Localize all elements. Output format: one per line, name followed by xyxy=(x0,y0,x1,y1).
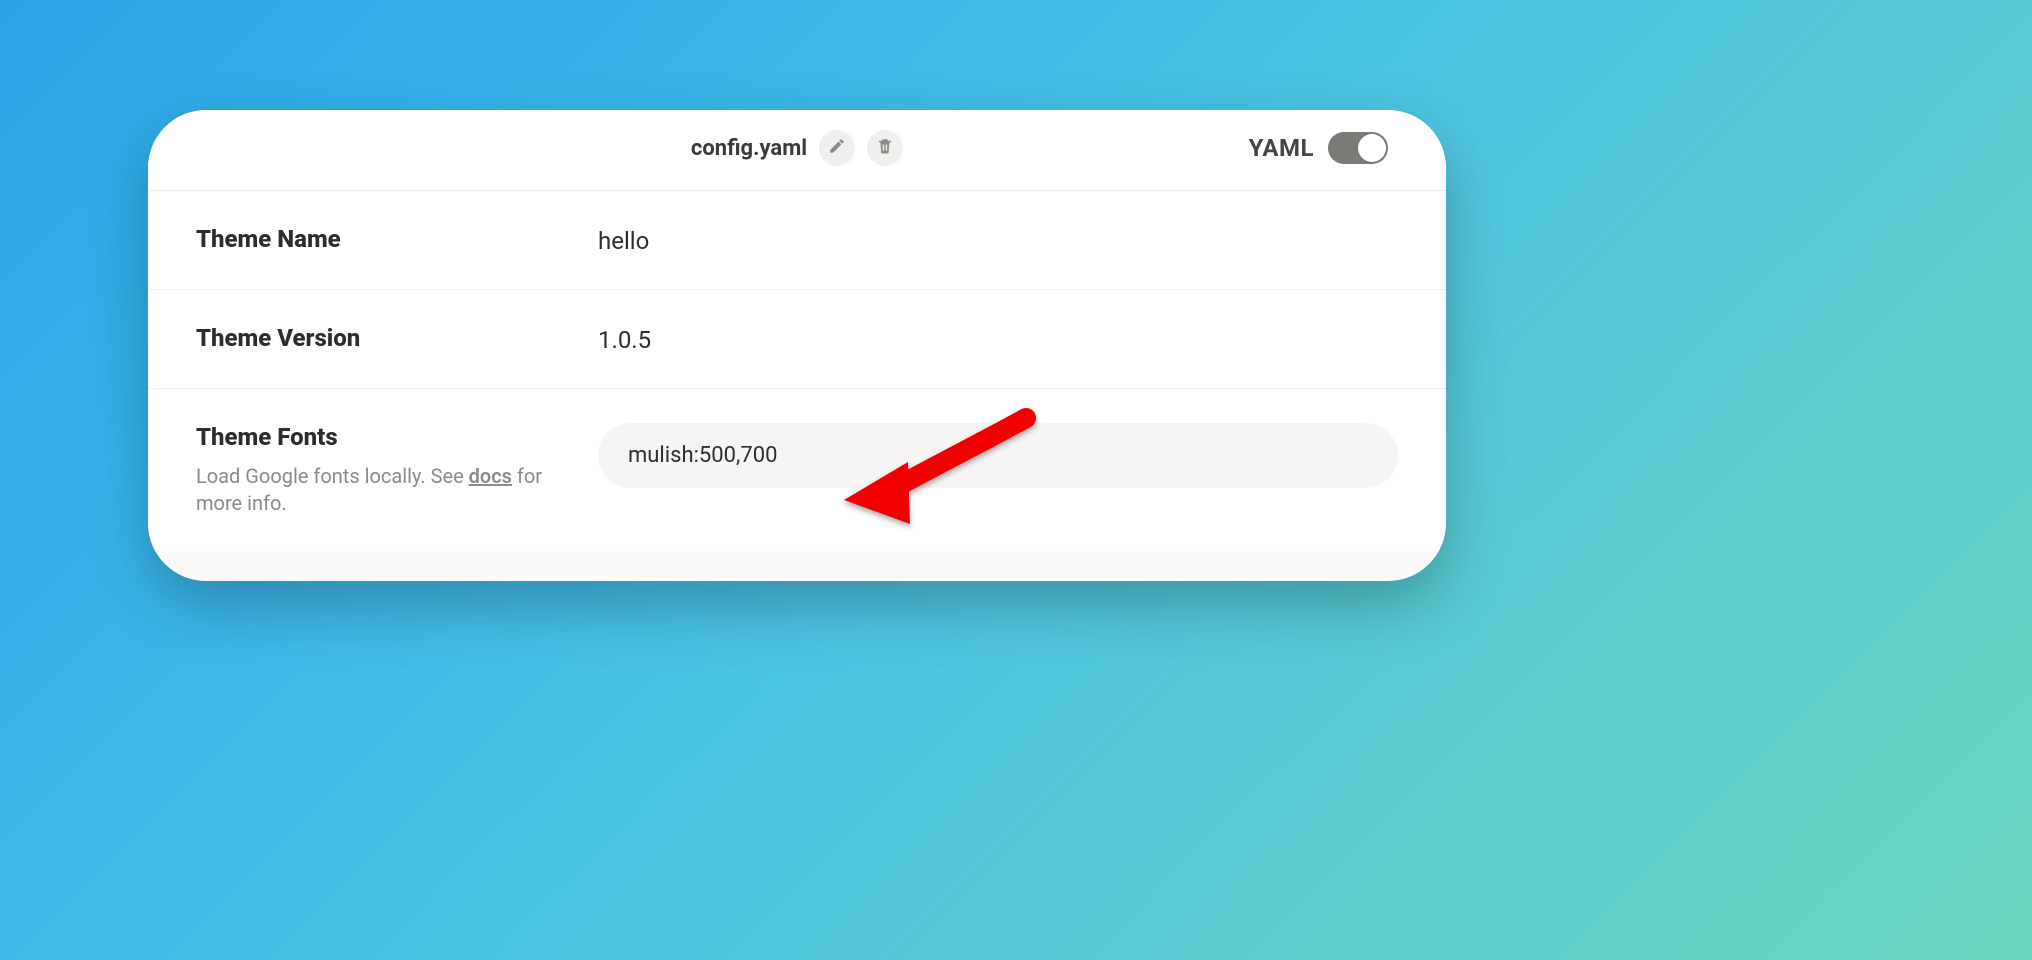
theme-name-label: Theme Name xyxy=(196,225,598,253)
theme-fonts-label: Theme Fonts xyxy=(196,423,598,451)
row-theme-version: Theme Version 1.0.5 xyxy=(148,290,1446,389)
trash-icon xyxy=(876,137,894,159)
yaml-mode-label: YAML xyxy=(1249,134,1314,162)
row-value-col: 1.0.5 xyxy=(598,324,1398,354)
delete-button[interactable] xyxy=(867,130,903,166)
config-card: config.yaml YAML Theme Name xyxy=(148,110,1446,581)
theme-fonts-input[interactable] xyxy=(598,423,1398,488)
yaml-toggle[interactable] xyxy=(1328,132,1388,164)
theme-fonts-help: Load Google fonts locally. See docs for … xyxy=(196,463,556,517)
help-text-pre: Load Google fonts locally. See xyxy=(196,464,469,488)
card-header: config.yaml YAML xyxy=(148,110,1446,191)
row-value-col xyxy=(598,423,1398,488)
pencil-icon xyxy=(828,137,846,159)
edit-button[interactable] xyxy=(819,130,855,166)
row-label-col: Theme Fonts Load Google fonts locally. S… xyxy=(196,423,598,517)
filename-label: config.yaml xyxy=(691,136,807,161)
row-value-col: hello xyxy=(598,225,1398,255)
docs-link[interactable]: docs xyxy=(469,464,512,488)
row-label-col: Theme Name xyxy=(196,225,598,253)
theme-version-value: 1.0.5 xyxy=(598,324,1398,354)
header-center: config.yaml xyxy=(691,130,903,166)
row-label-col: Theme Version xyxy=(196,324,598,352)
row-theme-name: Theme Name hello xyxy=(148,191,1446,290)
theme-version-label: Theme Version xyxy=(196,324,598,352)
theme-name-value: hello xyxy=(598,225,1398,255)
toggle-knob xyxy=(1358,134,1386,162)
card-body: Theme Name hello Theme Version 1.0.5 The… xyxy=(148,191,1446,551)
row-theme-fonts: Theme Fonts Load Google fonts locally. S… xyxy=(148,389,1446,551)
header-right: YAML xyxy=(1249,132,1388,164)
